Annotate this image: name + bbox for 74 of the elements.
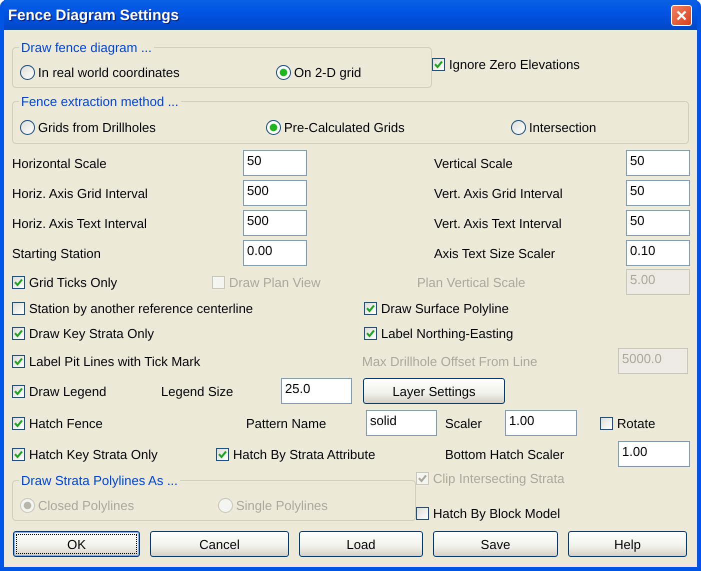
dialog-button[interactable]: Load [299, 531, 423, 557]
checkbox[interactable] [12, 302, 25, 314]
radio-button[interactable] [276, 64, 291, 80]
dialog-button[interactable]: Save [433, 531, 558, 557]
radio-button[interactable] [20, 120, 35, 134]
checkbox-label[interactable]: Draw Legend [29, 384, 106, 398]
radio-label[interactable]: In real world coordinates [38, 64, 180, 80]
radio-label[interactable]: Intersection [529, 120, 596, 134]
checkbox[interactable] [364, 326, 377, 340]
text-field[interactable]: 0.00 [243, 240, 307, 266]
radio-label[interactable]: Grids from Drillholes [38, 120, 156, 134]
checkbox-label[interactable]: Hatch By Block Model [433, 506, 560, 521]
text-field[interactable]: 50 [626, 210, 690, 236]
field-label: Horiz. Axis Text Interval [12, 216, 148, 230]
checkbox[interactable] [12, 416, 25, 430]
field-label: Vert. Axis Text Interval [434, 216, 563, 230]
text-field[interactable]: 1.00 [618, 441, 690, 467]
checkbox-label[interactable]: Grid Ticks Only [29, 274, 118, 290]
checkbox[interactable] [12, 326, 25, 340]
dialog-button[interactable]: OK [13, 531, 140, 557]
checkbox[interactable] [416, 507, 429, 520]
checkbox[interactable] [216, 448, 229, 460]
dialog-button[interactable]: Layer Settings [363, 378, 505, 404]
field-label: Vert. Axis Grid Interval [434, 186, 564, 200]
checkbox-label[interactable]: Label Northing-Easting [381, 326, 514, 340]
group-title: Fence extraction method ... [20, 94, 180, 109]
radio-label[interactable]: On 2-D grid [294, 64, 362, 80]
dialog-button[interactable]: Cancel [150, 531, 289, 557]
checkbox-label[interactable]: Hatch Fence [29, 416, 103, 430]
checkbox-label[interactable]: Label Pit Lines with Tick Mark [29, 354, 200, 368]
text-field[interactable]: 50 [626, 180, 690, 206]
text-field[interactable]: 500 [243, 210, 307, 236]
window-title: Fence Diagram Settings [8, 6, 179, 24]
text-field[interactable]: 50 [243, 150, 307, 176]
field-label: Vertical Scale [434, 156, 514, 170]
text-field[interactable]: 1.00 [505, 410, 577, 436]
radio-label[interactable]: Pre-Calculated Grids [284, 120, 405, 134]
text-field[interactable]: 500 [243, 180, 307, 206]
checkbox[interactable] [12, 448, 25, 460]
field-label: Max Drillhole Offset From Line [362, 354, 538, 368]
text-field[interactable]: solid [366, 410, 437, 436]
field-label: Plan Vertical Scale [417, 274, 526, 290]
checkbox[interactable] [12, 354, 25, 368]
field-label: Pattern Name [246, 416, 328, 430]
text-field[interactable]: 25.0 [281, 378, 352, 404]
checkbox-label[interactable]: Hatch Key Strata Only [29, 446, 158, 462]
field-label: Starting Station [12, 246, 102, 260]
checkbox[interactable] [364, 302, 377, 314]
checkbox-label[interactable]: Ignore Zero Elevations [449, 56, 580, 72]
close-button[interactable] [671, 4, 692, 26]
checkbox[interactable] [432, 58, 445, 70]
checkbox[interactable] [12, 384, 25, 398]
text-field[interactable]: 50 [626, 150, 690, 176]
checkbox-label[interactable]: Station by another reference centerline [29, 300, 254, 316]
checkbox-label[interactable]: Hatch By Strata Attribute [233, 446, 376, 462]
group-title: Draw fence diagram ... [20, 40, 153, 55]
checkbox[interactable] [600, 416, 613, 430]
checkbox-label[interactable]: Rotate [617, 416, 656, 430]
field-label: Horizontal Scale [12, 156, 108, 170]
field-label: Axis Text Size Scaler [434, 246, 556, 260]
close-icon [676, 10, 687, 20]
checkbox-label[interactable]: Draw Surface Polyline [381, 300, 509, 316]
checkbox[interactable] [12, 276, 25, 288]
group-title: Draw Strata Polylines As ... [20, 473, 179, 488]
field-label: Bottom Hatch Scaler [445, 446, 566, 462]
checkbox-label[interactable]: Draw Key Strata Only [29, 326, 154, 340]
text-field[interactable]: 0.10 [626, 240, 690, 266]
field-label: Scaler [445, 416, 483, 430]
field-label: Horiz. Axis Grid Interval [12, 186, 149, 200]
radio-button[interactable] [20, 64, 35, 80]
dialog-button[interactable]: Help [568, 531, 687, 557]
radio-button[interactable] [266, 120, 281, 134]
field-label: Legend Size [161, 384, 234, 398]
radio-button[interactable] [511, 120, 526, 134]
